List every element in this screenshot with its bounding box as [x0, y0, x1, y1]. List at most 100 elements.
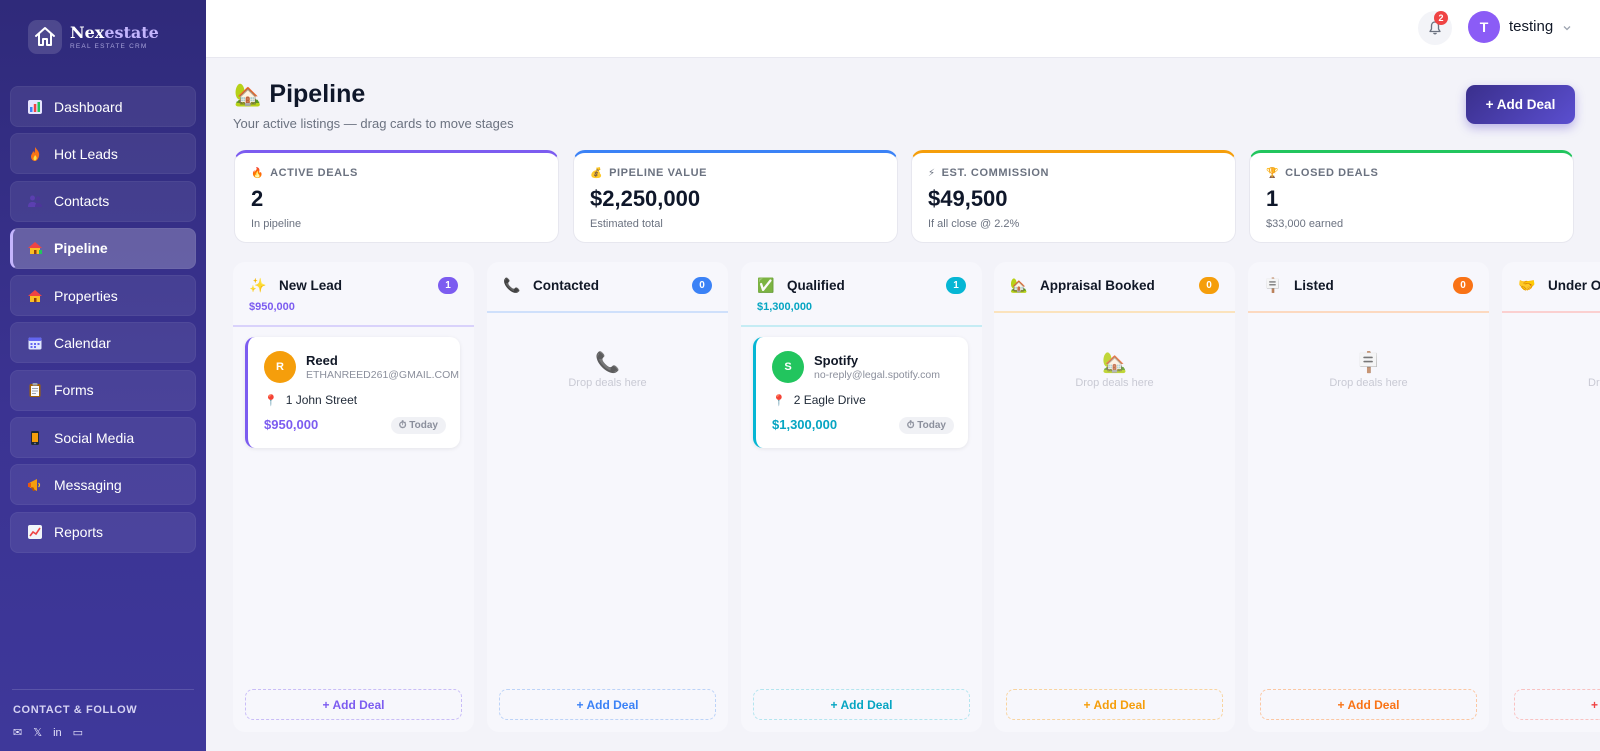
column-total: $1,300,000 [757, 301, 813, 313]
drop-zone-text: Drop deals here [568, 377, 647, 389]
deal-email: no-reply@legal.spotify.com [814, 369, 941, 381]
sidebar-item-forms[interactable]: Forms [10, 369, 196, 411]
sidebar-item-label: Calendar [54, 334, 111, 351]
sidebar-item-label: Hot Leads [54, 145, 118, 162]
column-add-deal-button[interactable]: + Add Deal [499, 689, 716, 720]
column-divider [1502, 311, 1600, 313]
drop-zone[interactable]: 🪧 Drop deals here [1248, 350, 1489, 389]
logo[interactable]: Nexestate REAL ESTATE CRM [28, 20, 159, 54]
deal-amount: $1,300,000 [772, 417, 838, 432]
column-total: $950,000 [249, 301, 295, 313]
column-add-deal-button[interactable]: + Add Deal [1006, 689, 1223, 720]
bar-chart-icon [26, 98, 44, 116]
stat-subtext: In pipeline [251, 218, 302, 230]
kanban-column-appraisal-booked: 🏡 Appraisal Booked 0 🏡 Drop deals here +… [994, 262, 1235, 732]
deal-address: 1 John Street [285, 393, 358, 407]
stat-value: 1 [1266, 186, 1279, 211]
username[interactable]: testing [1509, 18, 1553, 35]
sidebar: Nexestate REAL ESTATE CRM Dashboard Hot … [0, 0, 206, 751]
column-add-deal-button[interactable]: + Add Deal [753, 689, 970, 720]
column-title: Qualified [787, 278, 845, 293]
kanban-column-contacted: 📞 Contacted 0 📞 Drop deals here + Add De… [487, 262, 728, 732]
drop-zone[interactable]: 📞 Drop deals here [487, 350, 728, 389]
calendar-icon [26, 334, 44, 352]
sidebar-divider [12, 689, 194, 690]
column-add-deal-button[interactable]: + Add Deal [245, 689, 462, 720]
sidebar-item-label: Reports [54, 524, 104, 541]
column-add-deal-button[interactable]: + [1514, 689, 1600, 720]
sidebar-item-label: Contacts [54, 193, 110, 210]
drop-zone[interactable]: Dro [1502, 350, 1600, 389]
sidebar-item-messaging[interactable]: Messaging [10, 464, 196, 506]
drop-zone-text: Drop deals here [1075, 377, 1154, 389]
column-divider [233, 325, 474, 327]
house-icon: 🏡 [234, 81, 262, 107]
handshake-icon: 🤝 [1518, 276, 1536, 293]
stat-label: PIPELINE VALUE [609, 167, 708, 179]
sidebar-item-properties[interactable]: Properties [10, 275, 196, 317]
deal-email: ETHANREED261@GMAIL.COM [306, 369, 460, 381]
kanban-column-new-lead: ✨ New Lead 1 $950,000 R Reed ETHANREED26… [233, 262, 474, 732]
column-count-badge: 1 [946, 277, 966, 294]
house-icon: 🏡 [1102, 352, 1127, 374]
user-avatar[interactable]: T [1468, 11, 1500, 43]
house-icon [26, 287, 44, 305]
stat-label: ACTIVE DEALS [270, 167, 358, 179]
column-divider [487, 311, 728, 313]
sidebar-item-contacts[interactable]: Contacts [10, 180, 196, 222]
deal-date-badge: ⏱ Today [390, 417, 446, 434]
stat-label: EST. COMMISSION [941, 167, 1050, 179]
column-add-deal-button[interactable]: + Add Deal [1260, 689, 1477, 720]
deal-address: 2 Eagle Drive [793, 393, 866, 407]
sidebar-item-reports[interactable]: Reports [10, 511, 196, 553]
phone-icon: 📞 [503, 276, 521, 293]
stat-subtext: $33,000 earned [1266, 218, 1344, 230]
deal-card[interactable]: R Reed ETHANREED261@GMAIL.COM 📍 1 John St… [245, 337, 460, 448]
people-icon [26, 192, 44, 210]
drop-zone-text: Dro [1588, 377, 1600, 389]
signpost-icon: 🪧 [1264, 276, 1282, 293]
chevron-down-icon[interactable] [1562, 20, 1572, 38]
clipboard-icon [26, 381, 44, 399]
stat-card-active-deals: 🔥 ACTIVE DEALS 2 In pipeline [234, 150, 559, 243]
sparkles-icon: ✨ [249, 276, 267, 293]
stat-value: 2 [251, 186, 264, 211]
x-twitter-icon[interactable]: 𝕏 [33, 726, 42, 739]
card-icon[interactable]: ▭ [73, 726, 83, 739]
fire-icon [26, 145, 44, 163]
deal-date-badge: ⏱ Today [898, 417, 954, 434]
sidebar-item-hot-leads[interactable]: Hot Leads [10, 133, 196, 175]
sidebar-item-label: Pipeline [54, 240, 108, 257]
email-icon[interactable]: ✉ [13, 726, 22, 739]
deal-card[interactable]: S Spotify no-reply@legal.spotify.com 📍 2 … [753, 337, 968, 448]
trend-chart-icon [26, 523, 44, 541]
sidebar-item-dashboard[interactable]: Dashboard [10, 86, 196, 127]
sidebar-item-calendar[interactable]: Calendar [10, 322, 196, 364]
sidebar-item-label: Dashboard [54, 98, 123, 115]
location-pin-icon: 📍 [264, 394, 278, 407]
sidebar-item-label: Messaging [54, 476, 122, 493]
stat-value: $2,250,000 [590, 186, 701, 211]
deal-avatar: S [772, 351, 804, 383]
column-count-badge: 0 [692, 277, 712, 294]
drop-zone[interactable]: 🏡 Drop deals here [994, 350, 1235, 389]
lightning-icon: ⚡ [928, 167, 936, 179]
column-title: Contacted [533, 278, 600, 293]
phone-icon: 📞 [595, 352, 620, 374]
house-logo-icon [28, 20, 62, 54]
checkmark-icon: ✅ [757, 276, 775, 293]
stat-label: CLOSED DEALS [1285, 167, 1379, 179]
drop-zone-text: Drop deals here [1329, 377, 1408, 389]
linkedin-icon[interactable]: in [53, 727, 62, 739]
location-pin-icon: 📍 [772, 394, 786, 407]
stat-subtext: If all close @ 2.2% [928, 218, 1020, 230]
stat-subtext: Estimated total [590, 218, 663, 230]
add-deal-button[interactable]: + Add Deal [1466, 85, 1575, 124]
page-title: 🏡 Pipeline [234, 80, 365, 109]
sidebar-item-pipeline[interactable]: Pipeline [10, 227, 196, 269]
house-icon [26, 239, 44, 257]
social-links: ✉ 𝕏 in ▭ [13, 726, 94, 740]
sidebar-item-social-media[interactable]: Social Media [10, 417, 196, 459]
app-name: Nexestate [70, 23, 159, 42]
column-count-badge: 1 [438, 277, 458, 294]
